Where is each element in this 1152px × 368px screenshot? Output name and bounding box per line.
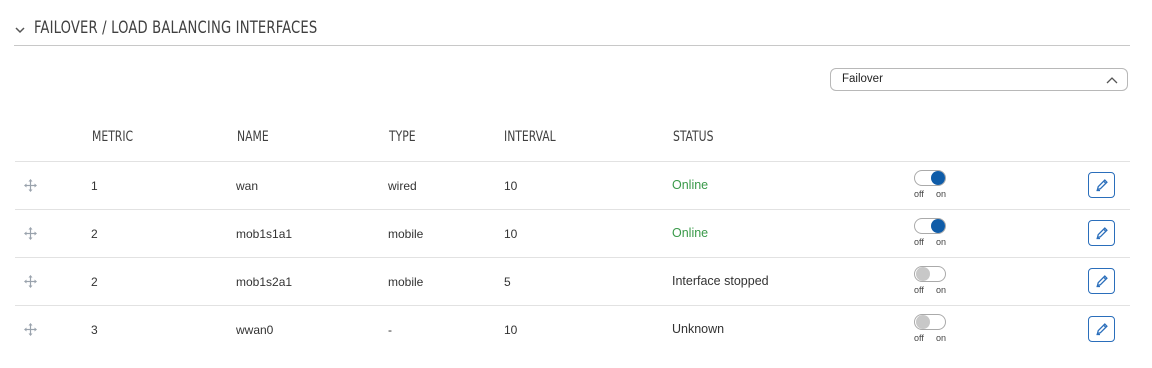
status-text: Interface stopped: [672, 274, 769, 288]
drag-handle-icon[interactable]: [24, 179, 37, 192]
status-text: Online: [672, 226, 709, 240]
status-text: Unknown: [672, 322, 725, 336]
cell-metric: 3: [91, 323, 98, 337]
cell-type: -: [388, 323, 392, 337]
toggle-knob[interactable]: [916, 315, 930, 329]
mode-select-value: Failover: [842, 73, 883, 85]
enable-toggle[interactable]: off on: [914, 266, 950, 296]
cell-interval: 10: [504, 227, 518, 241]
toggle-knob[interactable]: [916, 267, 930, 281]
enable-toggle[interactable]: off on: [914, 218, 950, 248]
edit-button[interactable]: [1088, 172, 1115, 198]
toggle-on-label: on: [936, 333, 947, 343]
cell-type: mobile: [388, 275, 424, 289]
toggle-on-label: on: [936, 189, 947, 199]
edit-button[interactable]: [1088, 316, 1115, 342]
toggle-off-label: off: [914, 285, 924, 295]
table-row: 3 wwan0 - 10 Unknown off on: [15, 306, 1130, 353]
section-title: FAILOVER / LOAD BALANCING INTERFACES: [34, 18, 318, 38]
toggle-off-label: off: [914, 189, 924, 199]
toggle-knob[interactable]: [931, 219, 945, 233]
drag-handle-icon[interactable]: [24, 227, 37, 240]
drag-handle-icon[interactable]: [24, 275, 37, 288]
status-text: Online: [672, 178, 709, 192]
column-header-status: STATUS: [673, 129, 714, 145]
toggle-off-label: off: [914, 237, 924, 247]
cell-name: mob1s2a1: [236, 275, 293, 289]
mode-select[interactable]: Failover: [830, 68, 1128, 91]
cell-type: mobile: [388, 227, 424, 241]
cell-name: mob1s1a1: [236, 227, 293, 241]
section-header[interactable]: FAILOVER / LOAD BALANCING INTERFACES: [14, 14, 1130, 46]
edit-button[interactable]: [1088, 268, 1115, 294]
cell-name: wwan0: [236, 323, 274, 337]
cell-type: wired: [388, 179, 417, 193]
cell-interval: 10: [504, 323, 518, 337]
table-row: 2 mob1s1a1 mobile 10 Online off on: [15, 210, 1130, 257]
toggle-off-label: off: [914, 333, 924, 343]
column-header-name: NAME: [237, 129, 269, 145]
column-header-type: TYPE: [389, 129, 416, 145]
cell-metric: 2: [91, 275, 98, 289]
column-header-metric: METRIC: [92, 129, 134, 145]
cell-metric: 1: [91, 179, 98, 193]
cell-interval: 10: [504, 179, 518, 193]
chevron-down-icon[interactable]: [14, 24, 26, 36]
chevron-up-icon: [1106, 77, 1118, 84]
toggle-on-label: on: [936, 285, 947, 295]
toggle-on-label: on: [936, 237, 947, 247]
enable-toggle[interactable]: off on: [914, 314, 950, 344]
cell-name: wan: [236, 179, 259, 193]
column-header-interval: INTERVAL: [504, 129, 556, 145]
enable-toggle[interactable]: off on: [914, 170, 950, 200]
edit-button[interactable]: [1088, 220, 1115, 246]
cell-metric: 2: [91, 227, 98, 241]
table-row: 2 mob1s2a1 mobile 5 Interface stopped off on: [15, 258, 1130, 305]
table-row: 1 wan wired 10 Online off on: [15, 162, 1130, 209]
toggle-knob[interactable]: [931, 171, 945, 185]
drag-handle-icon[interactable]: [24, 323, 37, 336]
cell-interval: 5: [504, 275, 511, 289]
